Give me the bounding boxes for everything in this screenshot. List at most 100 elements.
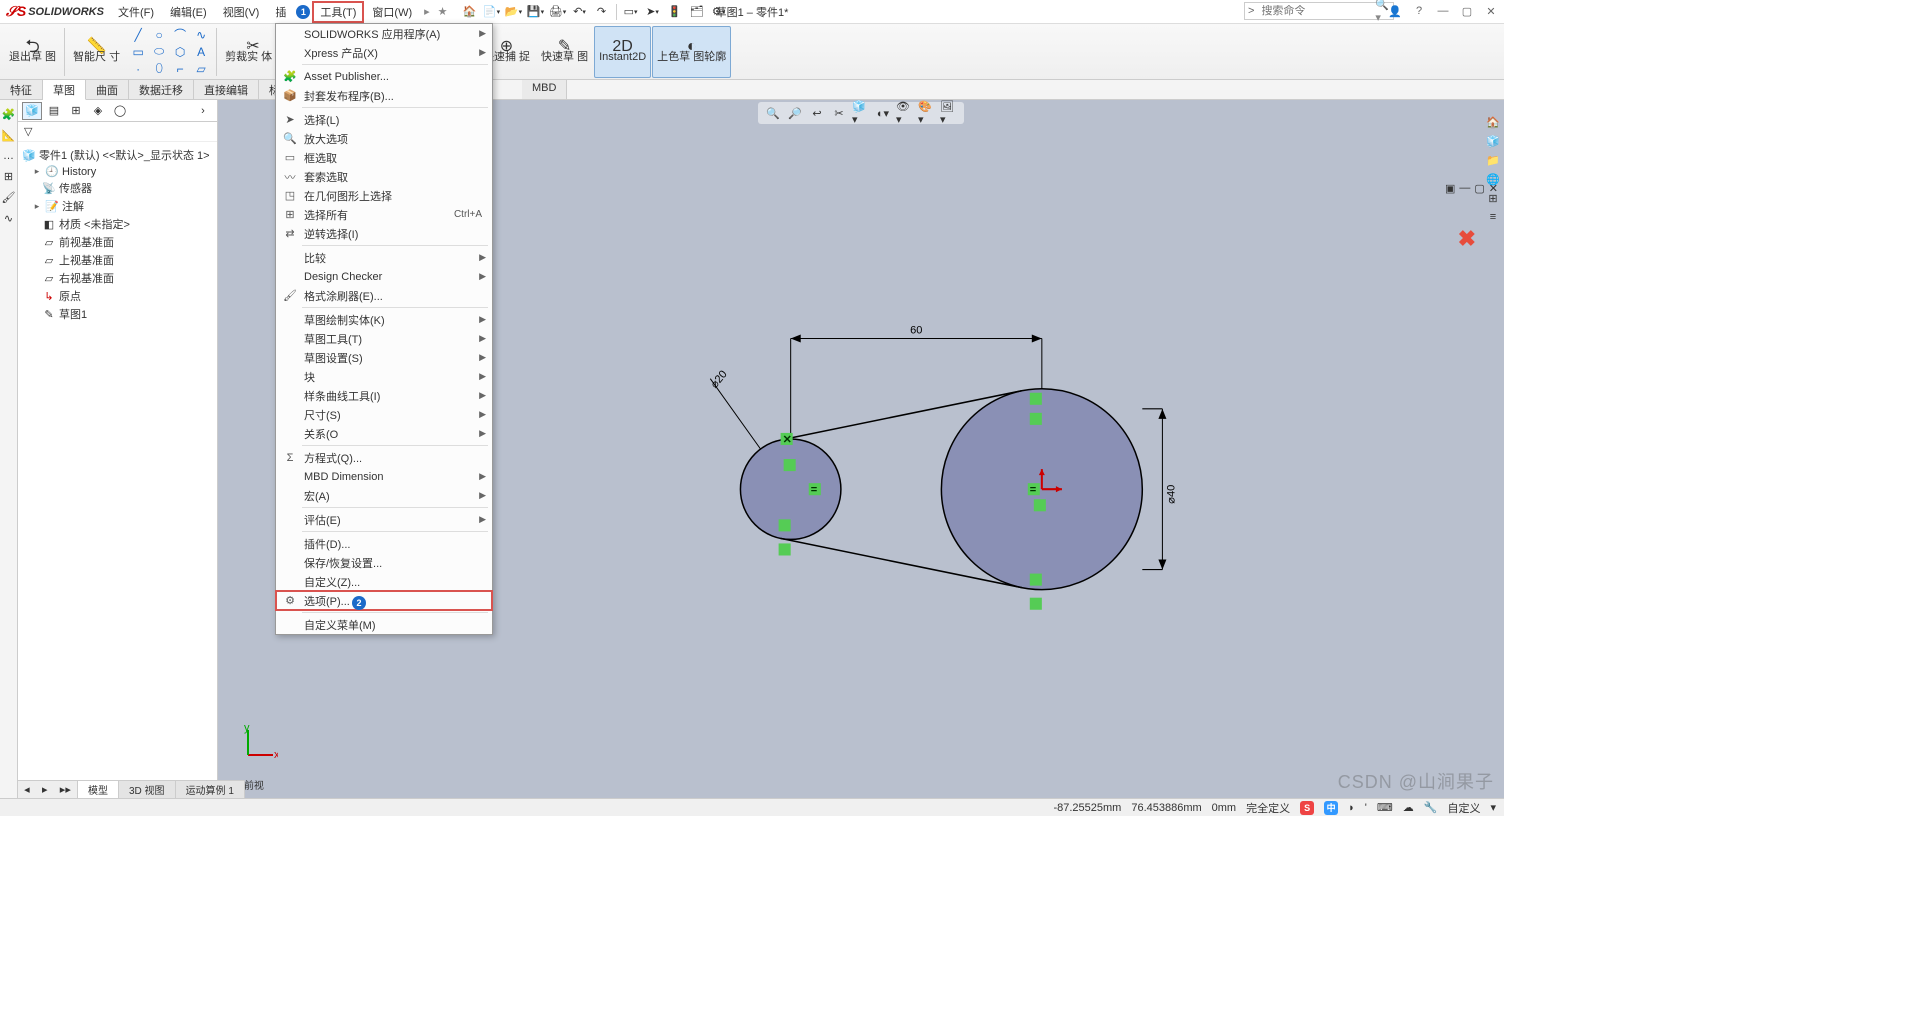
lt-icon-5[interactable]: 🖌 [2,191,16,204]
help-icon[interactable]: ? [1410,2,1428,20]
tree-tab-config-icon[interactable]: ⊞ [66,102,86,120]
plane-icon[interactable]: ▱ [191,61,211,77]
bt-last-icon[interactable]: ▸▸ [60,783,71,796]
shade-sketch-button[interactable]: ◐上色草 图轮廓 [652,26,731,78]
menu-file[interactable]: 文件(F) [110,1,162,23]
bottom-tab-model[interactable]: 模型 [78,781,119,798]
tab-direct-edit[interactable]: 直接编辑 [194,80,259,99]
dd-zoom-selection[interactable]: 🔍放大选项 [276,129,492,148]
qat-print-icon[interactable]: 🖨▾ [548,2,568,22]
dd-mbd-dimension[interactable]: MBD Dimension▶ [276,467,492,486]
rapid-sketch-button[interactable]: ✎快速草 图 [536,26,593,78]
tree-plane-right[interactable]: ▱右视基准面 [20,269,215,287]
circle-icon[interactable]: ○ [149,27,169,43]
dd-sketch-tools[interactable]: 草图工具(T)▶ [276,329,492,348]
qat-open-icon[interactable]: 📂▾ [504,2,524,22]
tree-tab-feature-icon[interactable]: 🧊 [22,102,42,120]
tree-tab-display-icon[interactable]: ◯ [110,102,130,120]
status-dropdown-icon[interactable]: ▾ [1490,801,1496,814]
dd-custom-menu[interactable]: 自定义菜单(M) [276,615,492,634]
tree-annotations[interactable]: ▸📝注解 [20,197,215,215]
tree-plane-top[interactable]: ▱上视基准面 [20,251,215,269]
dd-options[interactable]: ⚙选项(P)... [276,591,492,610]
tree-tab-dimxpert-icon[interactable]: ◈ [88,102,108,120]
slot-icon[interactable]: ⬭ [149,44,169,60]
tree-plane-front[interactable]: ▱前视基准面 [20,233,215,251]
lt-icon-4[interactable]: ⊞ [4,170,13,183]
dd-blocks[interactable]: 块▶ [276,367,492,386]
smart-dimension-button[interactable]: 📏智能尺 寸 [68,26,125,78]
tab-feature[interactable]: 特征 [0,80,43,99]
lt-icon-2[interactable]: 📐 [2,129,16,142]
dd-compare[interactable]: 比较▶ [276,248,492,267]
dd-equations[interactable]: Σ方程式(Q)... [276,448,492,467]
tab-surface[interactable]: 曲面 [86,80,129,99]
menu-view[interactable]: 视图(V) [215,1,268,23]
spline-icon[interactable]: ∿ [191,27,211,43]
minimize-button[interactable]: — [1434,2,1452,20]
search-input[interactable] [1257,5,1372,17]
qat-select-icon[interactable]: ▭▾ [621,2,641,22]
ime-lang-icon[interactable]: 中 [1324,801,1338,815]
line-icon[interactable]: ╱ [128,27,148,43]
menu-pin-icon[interactable]: ★ [434,5,452,18]
qat-redo-icon[interactable]: ↷ [592,2,612,22]
lt-icon-6[interactable]: ∿ [4,212,13,225]
tree-origin[interactable]: ↳原点 [20,287,215,305]
tree-tab-property-icon[interactable]: ▤ [44,102,64,120]
menu-tools[interactable]: 工具(T) [312,1,364,23]
close-button[interactable]: ✕ [1482,2,1500,20]
dd-sketch-entities[interactable]: 草图绘制实体(K)▶ [276,310,492,329]
maximize-button[interactable]: ▢ [1458,2,1476,20]
rect-icon[interactable]: ▭ [128,44,148,60]
tree-sensors[interactable]: 📡传感器 [20,179,215,197]
arc-icon[interactable]: ⌒ [170,27,190,43]
tab-mbd[interactable]: MBD [522,80,567,99]
doc-max-icon[interactable]: ▢ [1474,182,1484,195]
dd-customize[interactable]: 自定义(Z)... [276,572,492,591]
bt-prev-icon[interactable]: ◂ [24,783,30,796]
dd-dimensions[interactable]: 尺寸(S)▶ [276,405,492,424]
text-icon[interactable]: A [191,44,211,60]
qat-cursor-icon[interactable]: ➤▾ [643,2,663,22]
dd-format-painter[interactable]: 🖌格式涂刷器(E)... [276,286,492,305]
dd-macro[interactable]: 宏(A)▶ [276,486,492,505]
bt-next-icon[interactable]: ▸ [42,783,48,796]
menu-window[interactable]: 窗口(W) [364,1,420,23]
tab-sketch[interactable]: 草图 [43,80,86,100]
menu-insert[interactable]: 插 [267,1,294,23]
menu-edit[interactable]: 编辑(E) [162,1,215,23]
qat-new-icon[interactable]: 📄▾ [482,2,502,22]
qat-rebuild-icon[interactable]: 🚦 [665,2,685,22]
lt-icon-1[interactable]: 🧩 [2,108,16,121]
doc-close-icon[interactable]: ✕ [1489,182,1498,195]
status-custom[interactable]: 自定义 [1447,800,1480,816]
qat-home-icon[interactable]: 🏠 [460,2,480,22]
dd-select[interactable]: ➤选择(L) [276,110,492,129]
dd-evaluate[interactable]: 评估(E)▶ [276,510,492,529]
user-icon[interactable]: 👤 [1386,2,1404,20]
tab-data-migration[interactable]: 数据迁移 [129,80,194,99]
fillet-icon[interactable]: ⌐ [170,61,190,77]
ime-sogou-icon[interactable]: S [1300,801,1314,815]
tree-root[interactable]: 🧊零件1 (默认) <<默认>_显示状态 1> [20,146,215,164]
ime-punct-icon[interactable]: ' [1365,802,1367,814]
dd-select-on-geometry[interactable]: ◳在几何图形上选择 [276,186,492,205]
lt-icon-3[interactable]: … [3,150,14,162]
tree-material[interactable]: ◧材质 <未指定> [20,215,215,233]
qat-undo-icon[interactable]: ↶▾ [570,2,590,22]
ellipse-icon[interactable]: ⬯ [149,61,169,77]
dd-relations[interactable]: 关系(O▶ [276,424,492,443]
dd-save-restore[interactable]: 保存/恢复设置... [276,553,492,572]
ime-tool-icon[interactable]: 🔧 [1424,801,1438,814]
instant2d-button[interactable]: 2DInstant2D [594,26,651,78]
qat-options-icon[interactable]: 🗂 [687,2,707,22]
tree-sketch1[interactable]: ✎草图1 [20,305,215,323]
ime-keyboard-icon[interactable]: ⌨ [1377,801,1393,814]
dd-sketch-settings[interactable]: 草图设置(S)▶ [276,348,492,367]
menu-overflow-icon[interactable]: ▸ [420,5,434,18]
exit-sketch-button[interactable]: ⮌退出草 图 [4,26,61,78]
dd-design-checker[interactable]: Design Checker▶ [276,267,492,286]
ime-cloud-icon[interactable]: ☁ [1403,801,1414,814]
command-search[interactable]: > 🔍▾ [1244,2,1394,20]
